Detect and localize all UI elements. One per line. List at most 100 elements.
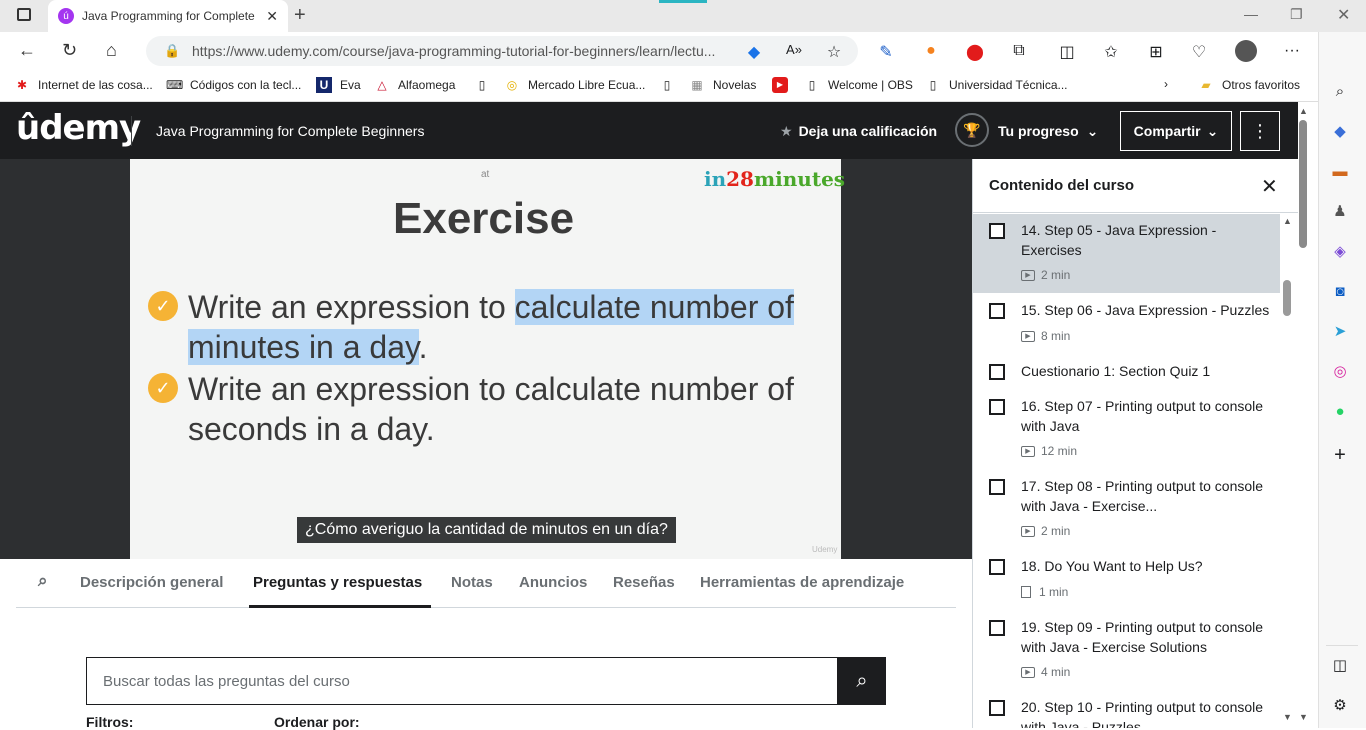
rate-course-button[interactable]: ★ Deja una calificación (780, 123, 937, 140)
instagram-icon[interactable]: ◎ (1330, 362, 1350, 382)
item-checkbox[interactable] (989, 303, 1005, 319)
tab-actions-icon[interactable] (17, 8, 31, 21)
bookmark-other-favorites[interactable]: ▰ Otros favoritos (1198, 77, 1300, 93)
settings-more-icon[interactable]: ··· (1282, 42, 1302, 62)
sidebar-scrollbar-thumb[interactable] (1283, 280, 1291, 316)
page-scroll-up-arrow-icon[interactable]: ▲ (1299, 106, 1308, 116)
tab-reviews[interactable]: Reseñas (613, 574, 675, 591)
bookmark-4[interactable]: ▯ (474, 77, 498, 93)
slide-line-1: Write an expression to calculate number … (188, 289, 794, 325)
item-checkbox[interactable] (989, 479, 1005, 495)
course-title[interactable]: Java Programming for Complete Beginners (156, 123, 424, 139)
add-sidebar-app-icon[interactable]: + (1330, 445, 1350, 465)
item-checkbox[interactable] (989, 620, 1005, 636)
udemy-logo[interactable]: ûdemy (16, 108, 141, 148)
search-icon: ⌕ (856, 669, 868, 692)
item-title: 14. Step 05 - Java Expression - Exercise… (1021, 222, 1217, 258)
tab-notes[interactable]: Notas (451, 574, 493, 591)
bookmarks-overflow-chevron-icon[interactable]: › (1164, 77, 1168, 91)
bookmark-6[interactable]: ▯ (659, 77, 683, 93)
item-duration: ▶ 8 min (1021, 329, 1070, 343)
bookmark-3[interactable]: △ Alfaomega (374, 77, 455, 93)
games-icon[interactable]: ♟ (1330, 202, 1350, 222)
item-duration: ▶ 2 min (1021, 524, 1070, 538)
coupon-tag-icon[interactable]: ◆ (744, 42, 764, 62)
outlook-icon[interactable]: ◙ (1330, 282, 1350, 302)
item-duration: ▶ 2 min (1021, 268, 1070, 282)
document-icon (1021, 586, 1031, 598)
performance-icon[interactable]: ♡ (1189, 42, 1209, 62)
page-scrollbar-thumb[interactable] (1299, 120, 1307, 248)
extension-badge-icon[interactable]: ● (921, 42, 941, 62)
item-checkbox[interactable] (989, 559, 1005, 575)
header-divider (131, 116, 132, 146)
item-title: 19. Step 09 - Printing output to console… (1021, 619, 1264, 655)
microsoft365-icon[interactable]: ◈ (1330, 242, 1350, 262)
bookmark-10[interactable]: ▯ Universidad Técnica... (925, 77, 1068, 93)
bookmark-5[interactable]: ◎ Mercado Libre Ecua... (504, 77, 646, 93)
close-tab-icon[interactable]: ✕ (266, 8, 278, 25)
play-video-icon: ▶ (1021, 269, 1035, 281)
scroll-up-arrow-icon[interactable]: ▲ (1283, 216, 1292, 226)
item-title: 18. Do You Want to Help Us? (1021, 558, 1203, 574)
search-tab-icon[interactable]: ⌕ (38, 571, 48, 591)
favorites-icon[interactable]: ✩ (1101, 42, 1121, 62)
qa-search-input[interactable]: Buscar todas las preguntas del curso (86, 657, 838, 705)
lock-icon: 🔒 (164, 43, 181, 58)
profile-avatar[interactable] (1235, 40, 1257, 62)
split-screen-icon[interactable]: ◫ (1057, 42, 1077, 62)
browser-tab[interactable]: ú Java Programming for Complete ✕ (48, 0, 288, 32)
page-scroll-down-arrow-icon[interactable]: ▼ (1299, 712, 1308, 722)
share-button[interactable]: Compartir ⌄ (1120, 111, 1232, 151)
refresh-icon[interactable]: ↻ (62, 40, 77, 61)
bookmark-9[interactable]: ▯ Welcome | OBS (804, 77, 913, 93)
pen-extension-icon[interactable]: ✎ (876, 42, 896, 62)
item-checkbox[interactable] (989, 223, 1005, 239)
new-tab-icon[interactable]: + (294, 4, 306, 27)
telegram-icon[interactable]: ➤ (1330, 322, 1350, 342)
slide-small-text: at (481, 169, 490, 180)
item-title: 16. Step 07 - Printing output to console… (1021, 398, 1264, 434)
hide-sidebar-icon[interactable]: ◫ (1330, 656, 1350, 676)
bookmark-2[interactable]: U Eva (316, 77, 361, 93)
close-sidebar-icon[interactable]: ✕ (1261, 174, 1278, 199)
item-checkbox[interactable] (989, 700, 1005, 716)
progress-button[interactable]: Tu progreso ⌄ (998, 123, 1098, 140)
item-duration: ▶ 12 min (1021, 444, 1077, 458)
more-options-button[interactable]: ⋮ (1240, 111, 1280, 151)
slide-line-4: seconds in a day. (188, 411, 435, 447)
novelas-icon: ▦ (691, 78, 703, 92)
mega-extension-icon[interactable]: ⬤ (965, 42, 985, 62)
sidebar-settings-gear-icon[interactable]: ⚙ (1330, 696, 1350, 716)
item-title: Cuestionario 1: Section Quiz 1 (1021, 363, 1211, 379)
close-window-icon[interactable]: ✕ (1337, 5, 1350, 25)
item-checkbox[interactable] (989, 399, 1005, 415)
whatsapp-icon[interactable]: ● (1330, 402, 1350, 422)
favorite-star-icon[interactable]: ☆ (824, 42, 844, 62)
bookmark-8[interactable]: ▶ (772, 77, 796, 93)
trophy-icon[interactable]: 🏆 (955, 113, 989, 147)
extensions-icon[interactable]: ⧉ (1009, 42, 1029, 62)
restore-icon[interactable]: ❐ (1290, 6, 1303, 23)
back-icon[interactable]: ← (18, 40, 36, 61)
play-video-icon: ▶ (1021, 445, 1035, 457)
bookmark-1[interactable]: ⌨ Códigos con la tecl... (166, 77, 301, 93)
shopping-tag-icon[interactable]: ◆ (1330, 122, 1350, 142)
home-icon[interactable]: ⌂ (106, 40, 117, 61)
tab-learning-tools[interactable]: Herramientas de aprendizaje (700, 574, 904, 591)
qa-search-button[interactable]: ⌕ (838, 657, 886, 705)
keyboard-icon: ⌨ (166, 78, 184, 92)
tab-qa[interactable]: Preguntas y respuestas (253, 574, 422, 591)
collections-icon[interactable]: ⊞ (1146, 42, 1166, 62)
edge-search-icon[interactable]: ⌕ (1330, 82, 1350, 102)
scroll-down-arrow-icon[interactable]: ▼ (1283, 712, 1292, 722)
tab-overview[interactable]: Descripción general (80, 574, 223, 591)
read-aloud-icon[interactable]: A» (784, 42, 804, 62)
item-checkbox[interactable] (989, 364, 1005, 380)
bookmark-0[interactable]: ✱ Internet de las cosa... (14, 77, 153, 93)
tab-announcements[interactable]: Anuncios (519, 574, 587, 591)
minimize-icon[interactable]: — (1244, 6, 1258, 22)
in28minutes-logo: in28minutes (704, 167, 846, 191)
bookmark-7[interactable]: ▦ Novelas (689, 77, 756, 93)
tools-briefcase-icon[interactable]: ▬ (1330, 162, 1350, 182)
